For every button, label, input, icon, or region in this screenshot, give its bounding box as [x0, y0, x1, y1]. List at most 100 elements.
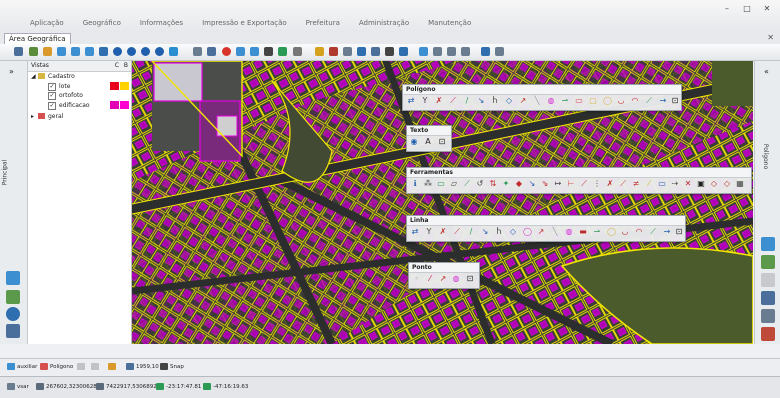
export-icon[interactable] — [357, 47, 366, 56]
menu-aplicacao[interactable]: Aplicação — [30, 19, 64, 27]
measure-icon[interactable] — [278, 47, 287, 56]
close-tab-icon[interactable]: ✕ — [767, 33, 774, 42]
undo-toggle[interactable] — [91, 362, 101, 372]
folder-icon[interactable] — [315, 47, 324, 56]
scale-display[interactable]: 1959,10 — [126, 362, 159, 372]
layer-border-swatch[interactable] — [120, 81, 129, 90]
editing-tools: ℹ ⁂ ▭ ▱ ⟋ ↺ ⇅ ✦ ◆ ↘ ⇘ ↦ ⊢ ⟋ ⋮ ✗ ⟋ ≠ ⁄ ▭ … — [413, 179, 744, 188]
toggle-icon — [77, 363, 85, 370]
map-canvas[interactable]: Polígono ⇄ Y ✗ ⟋ / ↘ Ⴙ ◇ ↗ ╲ ◍ ⇀ ▭ ▢ ◯ ◡… — [132, 61, 753, 344]
expand-toggle-icon[interactable]: ◢ — [31, 72, 36, 81]
help-icon[interactable] — [155, 47, 164, 56]
menu-informacoes[interactable]: Informações — [140, 19, 183, 27]
folder-icon — [38, 73, 45, 79]
hand-pan-icon[interactable] — [43, 47, 52, 56]
chart-icon[interactable] — [419, 47, 428, 56]
back-arrow-icon[interactable] — [99, 47, 108, 56]
columns-icon[interactable] — [447, 47, 456, 56]
line-toolbar-title[interactable]: Linha — [407, 216, 685, 226]
snap-icon[interactable] — [264, 47, 273, 56]
tools-panel-icon[interactable] — [6, 307, 20, 321]
menu-impressao[interactable]: Impressão e Exportação — [202, 19, 287, 27]
window-controls: – □ ✕ — [720, 4, 774, 14]
info-icon[interactable] — [113, 47, 122, 56]
coordinate-icon — [36, 383, 44, 390]
refresh-icon[interactable] — [236, 47, 245, 56]
geometry-type[interactable]: Polígono — [40, 362, 73, 372]
minimize-button[interactable]: – — [720, 4, 734, 14]
line-toolbar: Linha ⇄ Y ✗ ⟋ / ↘ Ⴙ ◇ ◯ ↗ ╲ ◍ ▬ ⇀ ◯ ◡ ◠ … — [406, 215, 686, 242]
menu-prefeitura[interactable]: Prefeitura — [306, 19, 340, 27]
menu-geografico[interactable]: Geográfico — [83, 19, 121, 27]
principal-dock-label[interactable]: Principal — [1, 160, 8, 186]
layer-checkbox[interactable]: ✓ — [48, 82, 56, 91]
menu-administracao[interactable]: Administração — [359, 19, 409, 27]
layers-panel-icon[interactable] — [6, 271, 20, 285]
check-panel-icon[interactable] — [761, 255, 775, 269]
layer-group-geral[interactable]: ▸ geral — [28, 112, 131, 122]
zoom-out-icon[interactable] — [71, 47, 80, 56]
hand-toggle[interactable] — [108, 362, 118, 372]
status-bar: vsar 267602,323006288 7422917,53068922 -… — [0, 376, 780, 398]
layer-label: ortofoto — [59, 92, 83, 99]
globe-icon[interactable] — [127, 47, 136, 56]
menu-bar: Aplicação Geográfico Informações Impress… — [0, 0, 780, 33]
stop-icon[interactable] — [222, 47, 231, 56]
tools-toolbar-title[interactable]: Ferramentas — [407, 168, 751, 178]
panel-icon[interactable] — [461, 47, 470, 56]
expand-toggle-icon[interactable]: ▸ — [31, 112, 34, 121]
longitude-status: -47:16:19.63 — [203, 382, 248, 392]
layer-item-edificacao[interactable]: ✓ edificacao — [28, 100, 131, 111]
layer-checkbox[interactable]: ✓ — [48, 101, 56, 110]
maximize-button[interactable]: □ — [740, 4, 754, 14]
zoom-window-icon[interactable] — [85, 47, 94, 56]
move-icon[interactable] — [293, 47, 302, 56]
print-icon[interactable] — [141, 47, 150, 56]
coordinate-icon[interactable] — [385, 47, 394, 56]
column-b-header: B — [123, 62, 128, 69]
layer-item-ortofoto[interactable]: ✓ ortofoto — [28, 91, 131, 101]
zoom-in-icon[interactable] — [57, 47, 66, 56]
pencil-icon[interactable] — [29, 47, 38, 56]
text-toolbar-title[interactable]: Texto — [407, 126, 451, 136]
layer-item-lote[interactable]: ✓ lote — [28, 81, 131, 92]
layer-color-swatch[interactable] — [110, 81, 119, 90]
book-icon[interactable] — [329, 47, 338, 56]
layer-checkbox[interactable]: ✓ — [48, 92, 56, 100]
point-toolbar-title[interactable]: Ponto — [409, 263, 479, 273]
select-tool-icon[interactable] — [14, 47, 23, 56]
user-name: vsar — [17, 384, 29, 390]
layer-color-swatch[interactable] — [110, 100, 119, 109]
polygon-toolbar-title[interactable]: Polígono — [403, 85, 681, 95]
tools-panel-icon[interactable] — [761, 327, 775, 341]
text-tools: ◉ A ⊡ — [410, 137, 446, 146]
window-icon[interactable] — [481, 47, 490, 56]
menu-manutencao[interactable]: Manutenção — [428, 19, 471, 27]
layers-icon[interactable] — [207, 47, 216, 56]
table-icon[interactable] — [343, 47, 352, 56]
redo-icon[interactable] — [250, 47, 259, 56]
user-icon — [7, 383, 15, 390]
list-icon[interactable] — [433, 47, 442, 56]
snap-toggle[interactable]: Snap — [160, 362, 184, 372]
attribute-icon[interactable] — [399, 47, 408, 56]
fullscreen-icon[interactable] — [169, 47, 178, 56]
active-layer[interactable]: auxiliar — [7, 362, 37, 372]
layer-border-swatch[interactable] — [120, 100, 129, 109]
settings-icon[interactable] — [495, 47, 504, 56]
map-panel-icon[interactable] — [6, 290, 20, 304]
layer-group-cadastro[interactable]: ◢ Cadastro — [28, 72, 131, 82]
chart-panel-icon[interactable] — [761, 237, 775, 251]
image-icon[interactable] — [371, 47, 380, 56]
close-button[interactable]: ✕ — [760, 4, 774, 14]
collapse-right-icon[interactable]: « — [764, 67, 769, 76]
active-layer-label: auxiliar — [17, 364, 38, 370]
grid-icon[interactable] — [193, 47, 202, 56]
layout-panel-icon[interactable] — [761, 291, 775, 305]
blank-panel-icon[interactable] — [761, 273, 775, 287]
edit-toggle[interactable] — [77, 362, 87, 372]
collapse-left-icon[interactable]: » — [9, 67, 14, 76]
polygon-dock-label[interactable]: Polígono — [762, 144, 769, 169]
properties-panel-icon[interactable] — [6, 324, 20, 338]
document-panel-icon[interactable] — [761, 309, 775, 323]
